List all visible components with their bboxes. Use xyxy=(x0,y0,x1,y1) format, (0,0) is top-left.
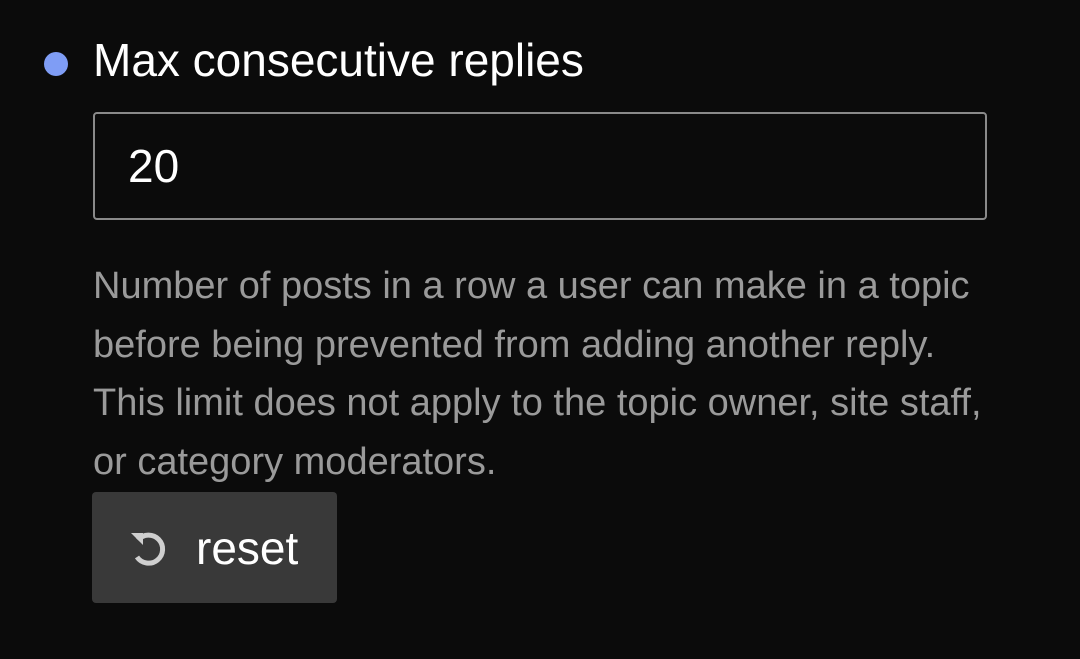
setting-max-consecutive-replies: Max consecutive replies Number of posts … xyxy=(0,0,1080,659)
undo-icon xyxy=(128,528,168,568)
setting-changed-dot xyxy=(44,52,68,76)
reset-button[interactable]: reset xyxy=(92,492,337,603)
setting-description: Number of posts in a row a user can make… xyxy=(93,265,982,483)
max-consecutive-replies-input[interactable] xyxy=(93,112,987,220)
setting-title: Max consecutive replies xyxy=(93,34,584,86)
reset-label: reset xyxy=(196,521,299,574)
